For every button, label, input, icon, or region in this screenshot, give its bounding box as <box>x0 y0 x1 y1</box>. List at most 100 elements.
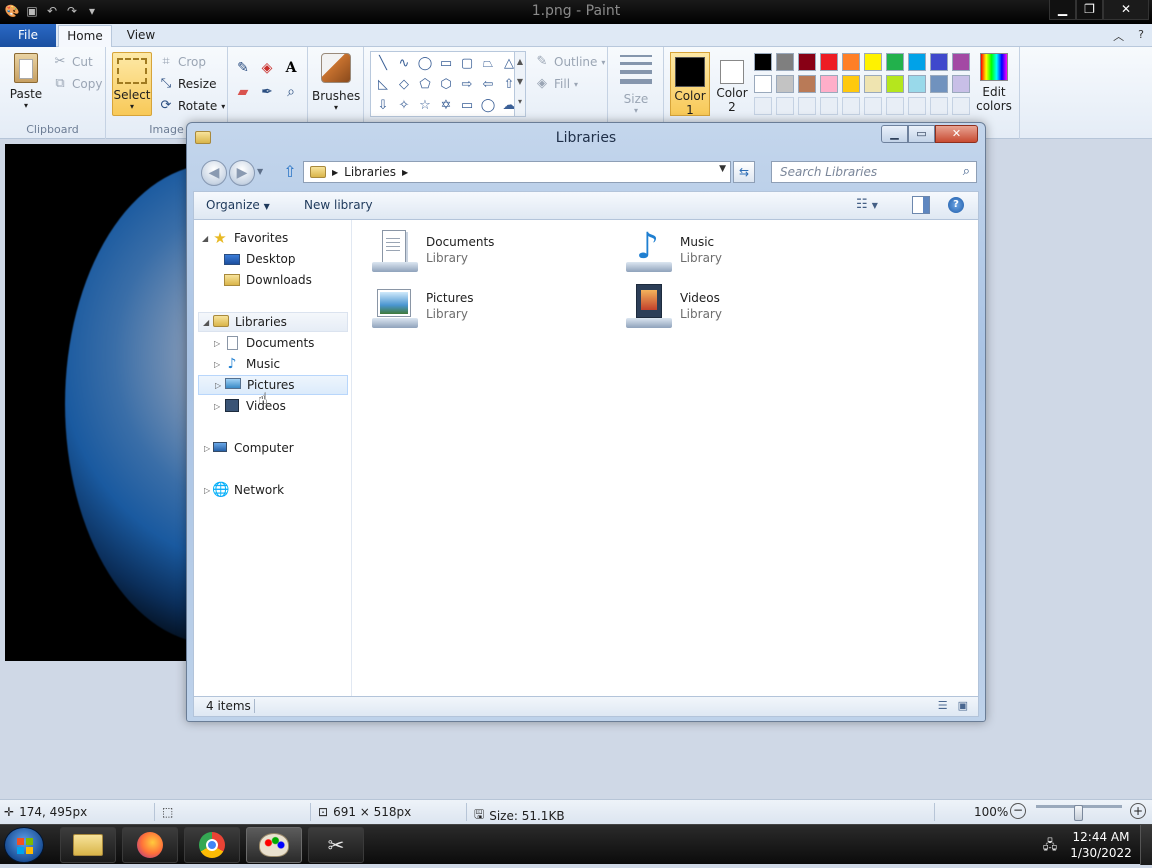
explorer-title-bar[interactable]: Libraries ▁ ▭ ✕ <box>187 123 985 151</box>
navigation-pane[interactable]: ◢ ★ Favorites Desktop Downloads ◢ Librar… <box>194 220 352 696</box>
collapsed-arrow-icon[interactable]: ▷ <box>214 339 220 348</box>
fill-bucket-icon[interactable]: ◈ <box>256 57 278 79</box>
left-arrow-shape-icon[interactable]: ⇦ <box>478 75 498 95</box>
cut-button[interactable]: ✂ Cut <box>52 54 93 70</box>
library-item-music[interactable]: ♪ Music Library <box>626 228 722 274</box>
zoom-slider-thumb[interactable] <box>1074 805 1083 821</box>
curve-shape-icon[interactable]: ∿ <box>394 54 414 74</box>
color-picker-icon[interactable]: ✒ <box>256 81 278 103</box>
preview-pane-icon[interactable] <box>912 196 930 214</box>
windows-explorer-icon[interactable] <box>60 827 116 863</box>
expanded-arrow-icon[interactable]: ◢ <box>202 234 208 243</box>
line-shape-icon[interactable]: ╲ <box>373 54 393 74</box>
address-bar[interactable]: ▶ Libraries ▶ ▼ <box>303 161 731 183</box>
brushes-button[interactable]: Brushes ▾ <box>312 53 360 112</box>
nav-libraries[interactable]: ◢ Libraries <box>198 312 348 332</box>
new-library-button[interactable]: New library <box>304 198 373 212</box>
help-icon[interactable]: ? <box>948 197 964 213</box>
nav-videos[interactable]: ▷ Videos <box>214 396 286 416</box>
oval-callout-shape-icon[interactable]: ◯ <box>478 96 498 116</box>
firefox-icon[interactable] <box>122 827 178 863</box>
breadcrumb-libraries[interactable]: Libraries <box>344 165 396 179</box>
forward-button[interactable]: ▶ <box>229 160 255 186</box>
zoom-out-icon[interactable]: − <box>1010 803 1026 819</box>
large-icons-view-icon[interactable]: ▣ <box>958 699 968 712</box>
collapsed-arrow-icon[interactable]: ▷ <box>214 360 220 369</box>
snipping-tool-icon[interactable]: ✂ <box>308 827 364 863</box>
breadcrumb-separator-icon[interactable]: ▶ <box>402 168 408 177</box>
crop-button[interactable]: ⌗ Crop <box>158 54 206 70</box>
search-input[interactable]: Search Libraries ⌕ <box>771 161 977 183</box>
chevron-down-icon[interactable]: ▼ <box>719 164 726 174</box>
details-view-icon[interactable]: ☰ <box>938 699 948 712</box>
outline-button[interactable]: ✎ Outline ▾ <box>534 54 606 70</box>
chrome-icon[interactable] <box>184 827 240 863</box>
paste-button[interactable]: Paste ▾ <box>6 53 46 110</box>
oval-shape-icon[interactable]: ◯ <box>415 54 435 74</box>
show-desktop-button[interactable] <box>1140 825 1152 865</box>
pencil-icon[interactable]: ✎ <box>232 57 254 79</box>
collapsed-arrow-icon[interactable]: ▷ <box>204 486 210 495</box>
collapsed-arrow-icon[interactable]: ▷ <box>214 402 220 411</box>
nav-downloads[interactable]: Downloads <box>224 270 312 290</box>
eraser-icon[interactable]: ▰ <box>232 81 254 103</box>
pentagon-shape-icon[interactable]: ⬠ <box>415 75 435 95</box>
rotate-button[interactable]: ⟳ Rotate ▾ <box>158 98 226 114</box>
library-item-documents[interactable]: Documents Library <box>372 228 494 274</box>
search-icon[interactable]: ⌕ <box>963 164 970 179</box>
minimize-button[interactable]: ▁ <box>1049 0 1076 20</box>
nav-documents[interactable]: ▷ Documents <box>214 333 314 353</box>
change-view-button[interactable]: ☷ ▼ <box>856 197 878 212</box>
hexagon-shape-icon[interactable]: ⬡ <box>436 75 456 95</box>
nav-pictures[interactable]: ▷ Pictures <box>198 375 348 395</box>
right-arrow-shape-icon[interactable]: ⇨ <box>457 75 477 95</box>
nav-music[interactable]: ▷ ♪ Music <box>214 354 280 374</box>
explorer-minimize-button[interactable]: ▁ <box>881 125 908 143</box>
help-icon[interactable]: ? <box>1138 28 1144 44</box>
nav-desktop[interactable]: Desktop <box>224 249 296 269</box>
polygon-shape-icon[interactable]: ⏢ <box>478 54 498 74</box>
nav-computer[interactable]: ▷ Computer <box>204 438 294 458</box>
library-item-pictures[interactable]: Pictures Library <box>372 284 474 330</box>
magnifier-icon[interactable]: ⌕ <box>280 81 302 103</box>
expanded-arrow-icon[interactable]: ◢ <box>203 318 209 327</box>
tab-home[interactable]: Home <box>58 25 112 48</box>
right-triangle-shape-icon[interactable]: ◺ <box>373 75 393 95</box>
shapes-scroll[interactable]: ▲ ▼ ▾ <box>514 51 526 117</box>
rounded-rect-shape-icon[interactable]: ▢ <box>457 54 477 74</box>
start-button[interactable] <box>4 827 44 863</box>
collapsed-arrow-icon[interactable]: ▷ <box>204 444 210 453</box>
copy-button[interactable]: ⧉ Copy <box>52 76 102 92</box>
organize-button[interactable]: Organize ▼ <box>206 198 270 212</box>
rect-callout-shape-icon[interactable]: ▭ <box>457 96 477 116</box>
down-arrow-shape-icon[interactable]: ⇩ <box>373 96 393 116</box>
content-pane[interactable]: Documents Library ♪ Music Library Pictur… <box>354 220 978 696</box>
nav-network[interactable]: ▷ 🌐 Network <box>204 480 284 500</box>
refresh-button[interactable]: ⇆ <box>733 161 755 183</box>
collapsed-arrow-icon[interactable]: ▷ <box>215 381 221 390</box>
tab-file[interactable]: File <box>0 24 56 47</box>
back-button[interactable]: ◀ <box>201 160 227 186</box>
explorer-maximize-button[interactable]: ▭ <box>908 125 935 143</box>
breadcrumb-separator-icon[interactable]: ▶ <box>332 168 338 177</box>
rectangle-shape-icon[interactable]: ▭ <box>436 54 456 74</box>
recent-pages-icon[interactable]: ▼ <box>257 167 263 176</box>
explorer-close-button[interactable]: ✕ <box>935 125 978 143</box>
nav-favorites[interactable]: ◢ ★ Favorites <box>202 228 288 248</box>
zoom-in-icon[interactable]: + <box>1130 803 1146 819</box>
paint-icon[interactable] <box>246 827 302 863</box>
minimize-ribbon-icon[interactable]: ︿ <box>1113 28 1124 44</box>
size-button[interactable]: Size ▾ <box>614 53 658 115</box>
network-tray-icon[interactable]: 🖧 <box>1042 836 1058 853</box>
fill-button[interactable]: ◈ Fill ▾ <box>534 76 578 92</box>
clock[interactable]: 12:44 AM 1/30/2022 <box>1068 829 1134 861</box>
close-button[interactable]: ✕ <box>1103 0 1149 20</box>
library-item-videos[interactable]: Videos Library <box>626 284 722 330</box>
six-point-star-shape-icon[interactable]: ✡ <box>436 96 456 116</box>
maximize-button[interactable]: ❐ <box>1076 0 1103 20</box>
four-point-star-shape-icon[interactable]: ✧ <box>394 96 414 116</box>
select-button[interactable]: Select ▾ <box>112 52 152 116</box>
up-arrow-icon[interactable]: ⇧ <box>281 163 299 183</box>
paint-canvas[interactable] <box>5 144 205 661</box>
five-point-star-shape-icon[interactable]: ☆ <box>415 96 435 116</box>
